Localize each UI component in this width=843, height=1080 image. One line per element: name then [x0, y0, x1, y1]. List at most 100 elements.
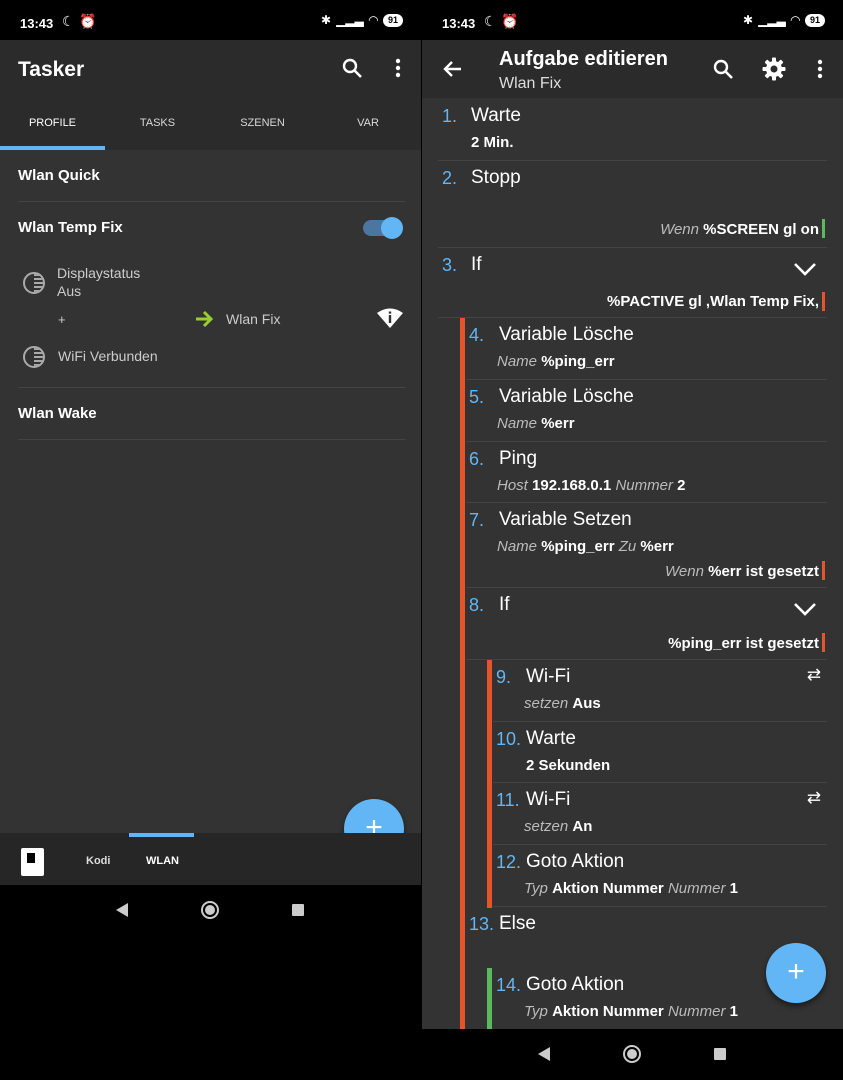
action-row[interactable]: 6. Ping Host 192.168.0.1 Nummer 2	[466, 442, 827, 503]
action-row[interactable]: 8. If %ping_err ist gesetzt	[466, 588, 827, 660]
tab-vars[interactable]: VAR	[315, 100, 421, 150]
arg-key: Nummer	[667, 880, 726, 897]
arrow-right-icon	[194, 308, 216, 330]
action-number: 6.	[469, 449, 485, 469]
arg-key: Typ	[524, 880, 548, 897]
dnd-moon-icon: ☾	[484, 13, 497, 29]
nav-home-icon[interactable]	[201, 901, 219, 919]
condition-text: %PACTIVE gl ,Wlan Temp Fix,	[607, 293, 819, 310]
settings-gear-icon[interactable]	[761, 56, 787, 82]
status-time: 13:43	[20, 16, 54, 31]
if-block-bar-level2	[487, 660, 492, 908]
add-action-button[interactable]: +	[766, 943, 826, 1003]
action-row[interactable]: 9. Wi-Fi ⇄ setzen Aus	[493, 660, 827, 722]
search-icon[interactable]	[711, 57, 735, 81]
arg-value: Aus	[572, 695, 601, 712]
system-icons: ✱ ▁▂▃ ◠ 91	[321, 13, 403, 27]
tab-scenes[interactable]: SZENEN	[210, 100, 315, 150]
tab-profile[interactable]: PROFILE	[0, 100, 105, 150]
back-arrow-icon[interactable]	[441, 57, 465, 81]
project-kodi[interactable]: Kodi	[86, 855, 110, 867]
action-name: If	[499, 594, 510, 615]
action-name: Goto Aktion	[526, 974, 625, 995]
nav-back-icon[interactable]	[538, 1047, 550, 1061]
arg-value: %ping_err	[541, 353, 615, 370]
arg-key: Name	[497, 415, 538, 432]
action-row[interactable]: 7. Variable Setzen Name %ping_err Zu %er…	[466, 503, 827, 588]
swap-arrows-icon[interactable]: ⇄	[807, 788, 821, 808]
action-name: Warte	[471, 105, 521, 126]
condition-marker	[822, 561, 825, 580]
action-row[interactable]: 1. Warte 2 Min.	[438, 98, 827, 161]
display-state-icon	[23, 272, 45, 294]
profile-wlan-wake[interactable]: Wlan Wake	[18, 388, 405, 440]
arg-key: setzen	[524, 695, 569, 712]
alarm-icon: ⏰	[501, 13, 519, 29]
context-display-line1[interactable]: Displaystatus	[57, 265, 140, 281]
wifi-info-icon	[376, 306, 404, 330]
action-arg: 2 Sekunden	[526, 757, 611, 774]
more-vert-icon[interactable]	[386, 56, 410, 80]
action-name: Variable Lösche	[499, 386, 634, 407]
action-name: Goto Aktion	[526, 851, 625, 872]
condition-marker	[822, 633, 825, 652]
chevron-down-icon[interactable]	[793, 262, 817, 276]
action-row[interactable]: 2. Stopp Wenn %SCREEN gl on	[438, 161, 827, 248]
tab-tasks[interactable]: TASKS	[105, 100, 210, 150]
action-number: 7.	[469, 510, 485, 530]
action-row[interactable]: 3. If %PACTIVE gl ,Wlan Temp Fix,	[438, 248, 827, 318]
context-wifi-connected[interactable]: WiFi Verbunden	[58, 348, 158, 364]
wifi-status-icon: ◠	[368, 13, 378, 27]
action-number: 9.	[496, 667, 512, 687]
arg-key: Name	[497, 353, 538, 370]
profiles-screen: 13:43 ☾ ⏰ ✱ ▁▂▃ ◠ 91 Tasker PROFILE TASK…	[0, 0, 421, 1080]
nav-recents-icon[interactable]	[714, 1048, 726, 1060]
profile-wlan-temp-fix[interactable]: Wlan Temp Fix Displaystatus Aus + Wlan F…	[18, 202, 405, 388]
battery-icon: 91	[382, 13, 403, 27]
condition-text: %err ist gesetzt	[708, 563, 819, 580]
arg-value: 2	[677, 477, 686, 494]
action-row[interactable]: 4. Variable Lösche Name %ping_err	[466, 318, 827, 380]
action-row[interactable]: 11. Wi-Fi ⇄ setzen An	[493, 783, 827, 845]
main-tabs: PROFILE TASKS SZENEN VAR	[0, 100, 421, 150]
arg-key: setzen	[524, 818, 569, 835]
action-arg: 2 Min.	[471, 134, 514, 151]
action-name: Variable Setzen	[499, 509, 632, 530]
action-name: Warte	[526, 728, 576, 749]
profile-wlan-quick[interactable]: Wlan Quick	[18, 150, 405, 202]
nav-bar	[0, 885, 421, 936]
nav-back-icon[interactable]	[116, 903, 128, 917]
profile-toggle[interactable]	[363, 217, 403, 239]
action-name: If	[471, 254, 482, 275]
arg-value: %ping_err	[541, 538, 615, 555]
arg-value: %err	[541, 415, 575, 432]
linked-task[interactable]: Wlan Fix	[226, 311, 280, 327]
action-row[interactable]: 12. Goto Aktion Typ Aktion Nummer Nummer…	[493, 845, 827, 907]
search-icon[interactable]	[340, 56, 364, 80]
action-name: Variable Lösche	[499, 324, 634, 345]
condition-label: Wenn	[660, 221, 699, 238]
wifi-status-icon: ◠	[790, 13, 800, 27]
alarm-icon: ⏰	[79, 13, 97, 29]
arg-value: 1	[729, 880, 738, 897]
status-bar: 13:43 ☾ ⏰ ✱ ▁▂▃ ◠ 91	[0, 0, 421, 40]
condition-text: %SCREEN gl on	[703, 221, 819, 238]
swap-arrows-icon[interactable]: ⇄	[807, 665, 821, 685]
add-context-plus[interactable]: +	[58, 312, 66, 327]
action-name: Else	[499, 913, 536, 934]
action-list: 1. Warte 2 Min. 2. Stopp Wenn %SCREEN gl…	[422, 98, 843, 1029]
project-icon[interactable]	[21, 848, 44, 876]
app-title: Tasker	[18, 58, 85, 81]
action-row[interactable]: 10. Warte 2 Sekunden	[493, 722, 827, 783]
action-number: 5.	[469, 387, 485, 407]
battery-icon: 91	[804, 13, 825, 27]
chevron-down-icon[interactable]	[793, 602, 817, 616]
nav-home-icon[interactable]	[623, 1045, 641, 1063]
more-vert-icon[interactable]	[808, 57, 832, 81]
arg-key: Nummer	[667, 1003, 726, 1020]
action-row[interactable]: 5. Variable Lösche Name %err	[466, 380, 827, 442]
status-time: 13:43	[442, 16, 476, 31]
project-wlan[interactable]: WLAN	[146, 855, 179, 867]
action-number: 1.	[442, 106, 458, 126]
nav-recents-icon[interactable]	[292, 904, 304, 916]
